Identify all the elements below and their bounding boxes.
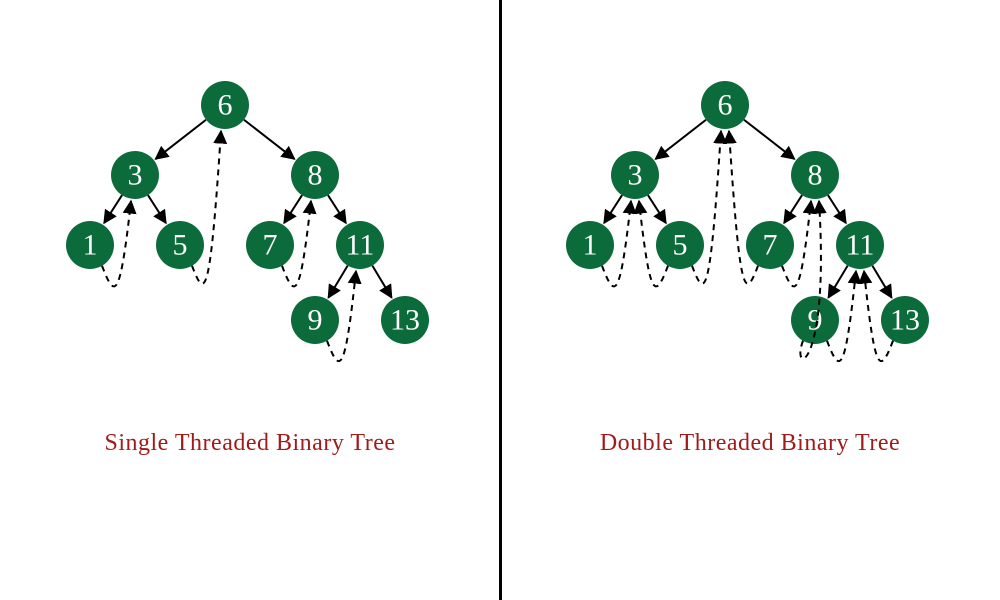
node-label-6: 6 — [218, 89, 233, 122]
node-label-7: 7 — [263, 229, 278, 262]
caption-single: Single Threaded Binary Tree — [0, 430, 500, 457]
node-label-5: 5 — [673, 229, 688, 262]
node-label-6: 6 — [718, 89, 733, 122]
edge-n3-n1 — [604, 195, 622, 223]
edges-solid — [104, 120, 392, 298]
node-label-5: 5 — [173, 229, 188, 262]
node-label-13: 13 — [390, 304, 420, 337]
edge-n3-n5 — [648, 195, 666, 223]
node-label-11: 11 — [846, 229, 875, 262]
node-label-9: 9 — [308, 304, 323, 337]
edge-n8-n7 — [784, 195, 802, 223]
node-label-1: 1 — [83, 229, 98, 262]
edge-n6-n8 — [744, 120, 795, 159]
tree-double: 63815711913 — [500, 0, 1000, 420]
node-label-8: 8 — [808, 159, 823, 192]
edge-n6-n3 — [656, 120, 707, 159]
edges-solid — [604, 120, 892, 298]
node-label-3: 3 — [128, 159, 143, 192]
nodes-group: 63815711913 — [566, 81, 929, 344]
node-label-3: 3 — [628, 159, 643, 192]
tree-single: 6 3 8 1 5 7 11 9 13 — [0, 0, 500, 420]
edge-n8-n11 — [828, 195, 846, 223]
edge-n6-n3 — [156, 120, 207, 159]
edge-n11-n13 — [372, 266, 391, 298]
node-label-11: 11 — [346, 229, 375, 262]
node-label-8: 8 — [308, 159, 323, 192]
panel-single-threaded: 6 3 8 1 5 7 11 9 13 Single Threaded Binary Tree — [0, 0, 500, 600]
edge-n8-n7 — [284, 195, 302, 223]
edge-n11-n9 — [828, 266, 847, 298]
edge-n11-n9 — [328, 266, 347, 298]
edge-n3-n1 — [104, 195, 122, 223]
panel-double-threaded: 63815711913 Double Threaded Binary Tree — [500, 0, 1000, 600]
node-label-13: 13 — [890, 304, 920, 337]
edge-n3-n5 — [148, 195, 166, 223]
node-label-1: 1 — [583, 229, 598, 262]
edge-n8-n11 — [328, 195, 346, 223]
nodes-group: 6 3 8 1 5 7 11 9 13 — [66, 81, 429, 344]
node-label-7: 7 — [763, 229, 778, 262]
edge-n11-n13 — [872, 266, 891, 298]
edge-n6-n8 — [244, 120, 295, 159]
caption-double: Double Threaded Binary Tree — [500, 430, 1000, 457]
